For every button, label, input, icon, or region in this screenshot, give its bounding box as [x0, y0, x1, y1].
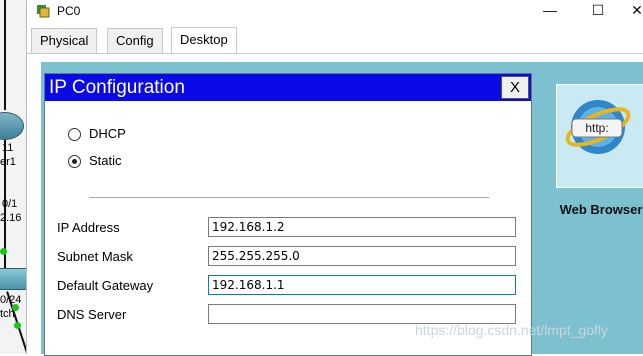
tab-desktop[interactable]: Desktop — [171, 27, 237, 53]
close-button[interactable]: ✕ — [627, 2, 643, 19]
router-name-label: er1 — [0, 156, 16, 168]
ip-address-label: IP Address — [57, 220, 120, 235]
desktop-area: http: Web Browser IP Configuration X DHC… — [41, 62, 643, 356]
router-icon[interactable] — [0, 112, 24, 140]
port-label: 0/1 — [2, 198, 18, 210]
dhcp-radio[interactable] — [68, 128, 81, 142]
divider — [89, 197, 489, 199]
title-bar[interactable]: PC0 — ☐ ✕ — [27, 0, 643, 24]
dialog-close-button[interactable]: X — [501, 76, 529, 99]
watermark: https://blog.csdn.net/lmpt_gofly — [415, 322, 608, 338]
link-status-icon — [14, 322, 21, 329]
tab-physical[interactable]: Physical — [31, 28, 98, 53]
pc-window: PC0 — ☐ ✕ Physical Config Desktop http: … — [26, 0, 643, 356]
maximize-button[interactable]: ☐ — [588, 2, 608, 19]
dhcp-label: DHCP — [89, 126, 126, 141]
ip-label: 2.16 — [0, 212, 22, 224]
cable — [4, 0, 6, 110]
dialog-title: IP Configuration — [45, 74, 531, 101]
subnet-mask-input[interactable] — [208, 246, 516, 266]
static-radio[interactable] — [68, 155, 81, 169]
web-browser-app[interactable]: http: — [556, 84, 643, 188]
static-option[interactable]: Static — [68, 152, 122, 170]
switch-icon[interactable] — [0, 268, 28, 290]
switch-name-label: tch — [0, 308, 15, 320]
tab-bar: Physical Config Desktop — [27, 26, 643, 54]
default-gateway-label: Default Gateway — [57, 278, 154, 293]
window-title: PC0 — [57, 4, 81, 18]
tab-config[interactable]: Config — [107, 28, 163, 53]
dns-server-input[interactable] — [208, 304, 516, 324]
subnet-mask-label: Subnet Mask — [57, 249, 133, 264]
web-browser-icon: http: — [565, 100, 631, 154]
web-browser-label[interactable]: Web Browser — [556, 202, 643, 217]
port-label: 0/24 — [0, 294, 22, 306]
router-number-label: 11 — [2, 142, 14, 154]
default-gateway-input[interactable] — [208, 275, 516, 295]
http-icon-text: http: — [585, 121, 608, 135]
dns-server-label: DNS Server — [57, 307, 127, 322]
ip-configuration-dialog: IP Configuration X DHCP Static IP Addres… — [44, 73, 532, 356]
static-label: Static — [89, 153, 122, 168]
dhcp-option[interactable]: DHCP — [68, 125, 126, 143]
ip-address-input[interactable] — [208, 217, 516, 237]
minimize-button[interactable]: — — [540, 2, 560, 18]
link-status-icon — [0, 248, 7, 255]
pc-app-icon — [37, 5, 50, 18]
